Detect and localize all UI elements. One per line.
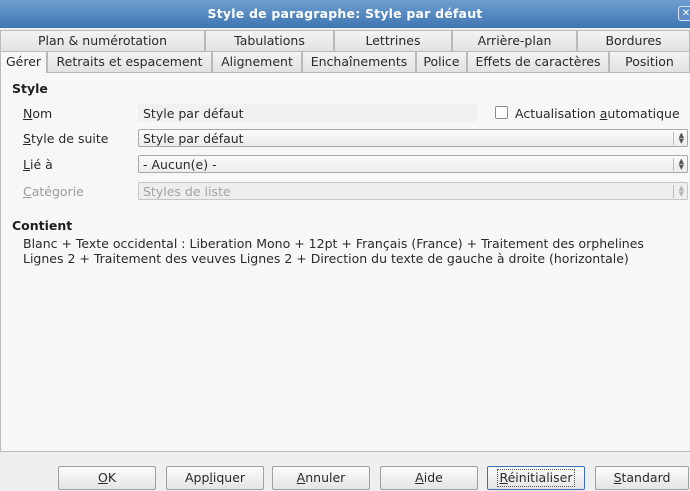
tab-position[interactable]: Position [609, 51, 690, 72]
category-select: Styles de liste ▲ ▼ [138, 182, 688, 200]
window-title: Style de paragraphe: Style par défaut [207, 6, 483, 21]
category-label: Catégorie [23, 184, 84, 199]
close-icon[interactable]: ✕ [678, 6, 690, 21]
tab-row-2: Gérer Retraits et espacement Alignement … [0, 51, 690, 73]
contains-line-2: Lignes 2 + Traitement des veuves Lignes … [23, 251, 629, 266]
style-section-title: Style [12, 81, 48, 96]
next-style-value: Style par défaut [143, 131, 244, 146]
spin-arrows-icon: ▲ ▼ [673, 132, 684, 145]
tab-outline-numbering[interactable]: Plan & numérotation [0, 30, 205, 51]
tab-text-flow[interactable]: Enchaînements [302, 51, 416, 72]
tab-organizer[interactable]: Gérer [0, 51, 47, 73]
tab-font-effects[interactable]: Effets de caractères [467, 51, 609, 72]
ok-button[interactable]: OK [58, 466, 156, 490]
name-label: Nom [23, 106, 53, 121]
window-titlebar: Style de paragraphe: Style par défaut ✕ [0, 0, 690, 28]
standard-button[interactable]: Standard [595, 466, 689, 490]
help-button[interactable]: Aide [380, 466, 478, 490]
auto-update-label: Actualisation automatique [515, 106, 680, 121]
category-value: Styles de liste [143, 184, 231, 199]
next-style-select[interactable]: Style par défaut ▲ ▼ [138, 129, 688, 147]
auto-update-checkbox[interactable] [495, 106, 508, 119]
tab-tabs[interactable]: Tabulations [205, 30, 334, 51]
tab-drop-caps[interactable]: Lettrines [334, 30, 452, 51]
linked-to-value: - Aucun(e) - [143, 157, 217, 172]
name-input[interactable]: Style par défaut [138, 104, 477, 122]
next-style-label: Style de suite [23, 131, 109, 146]
contains-line-1: Blanc + Texte occidental : Liberation Mo… [23, 236, 644, 251]
linked-to-select[interactable]: - Aucun(e) - ▲ ▼ [138, 155, 688, 173]
apply-button[interactable]: Appliquer [166, 466, 264, 490]
reset-button[interactable]: Réinitialiser [487, 466, 585, 490]
contains-section-title: Contient [12, 218, 73, 233]
tab-row-1: Plan & numérotation Tabulations Lettrine… [0, 30, 690, 52]
linked-to-label: Lié à [23, 157, 53, 172]
tab-indents-spacing[interactable]: Retraits et espacement [47, 51, 212, 72]
spin-arrows-icon: ▲ ▼ [673, 158, 684, 171]
spin-arrows-icon: ▲ ▼ [673, 185, 684, 198]
cancel-button[interactable]: Annuler [272, 466, 370, 490]
tab-font[interactable]: Police [416, 51, 467, 72]
tab-background[interactable]: Arrière-plan [452, 30, 577, 51]
tab-alignment[interactable]: Alignement [212, 51, 302, 72]
reset-button-focus-ring: Réinitialiser [497, 469, 575, 487]
tab-borders[interactable]: Bordures [577, 30, 690, 51]
